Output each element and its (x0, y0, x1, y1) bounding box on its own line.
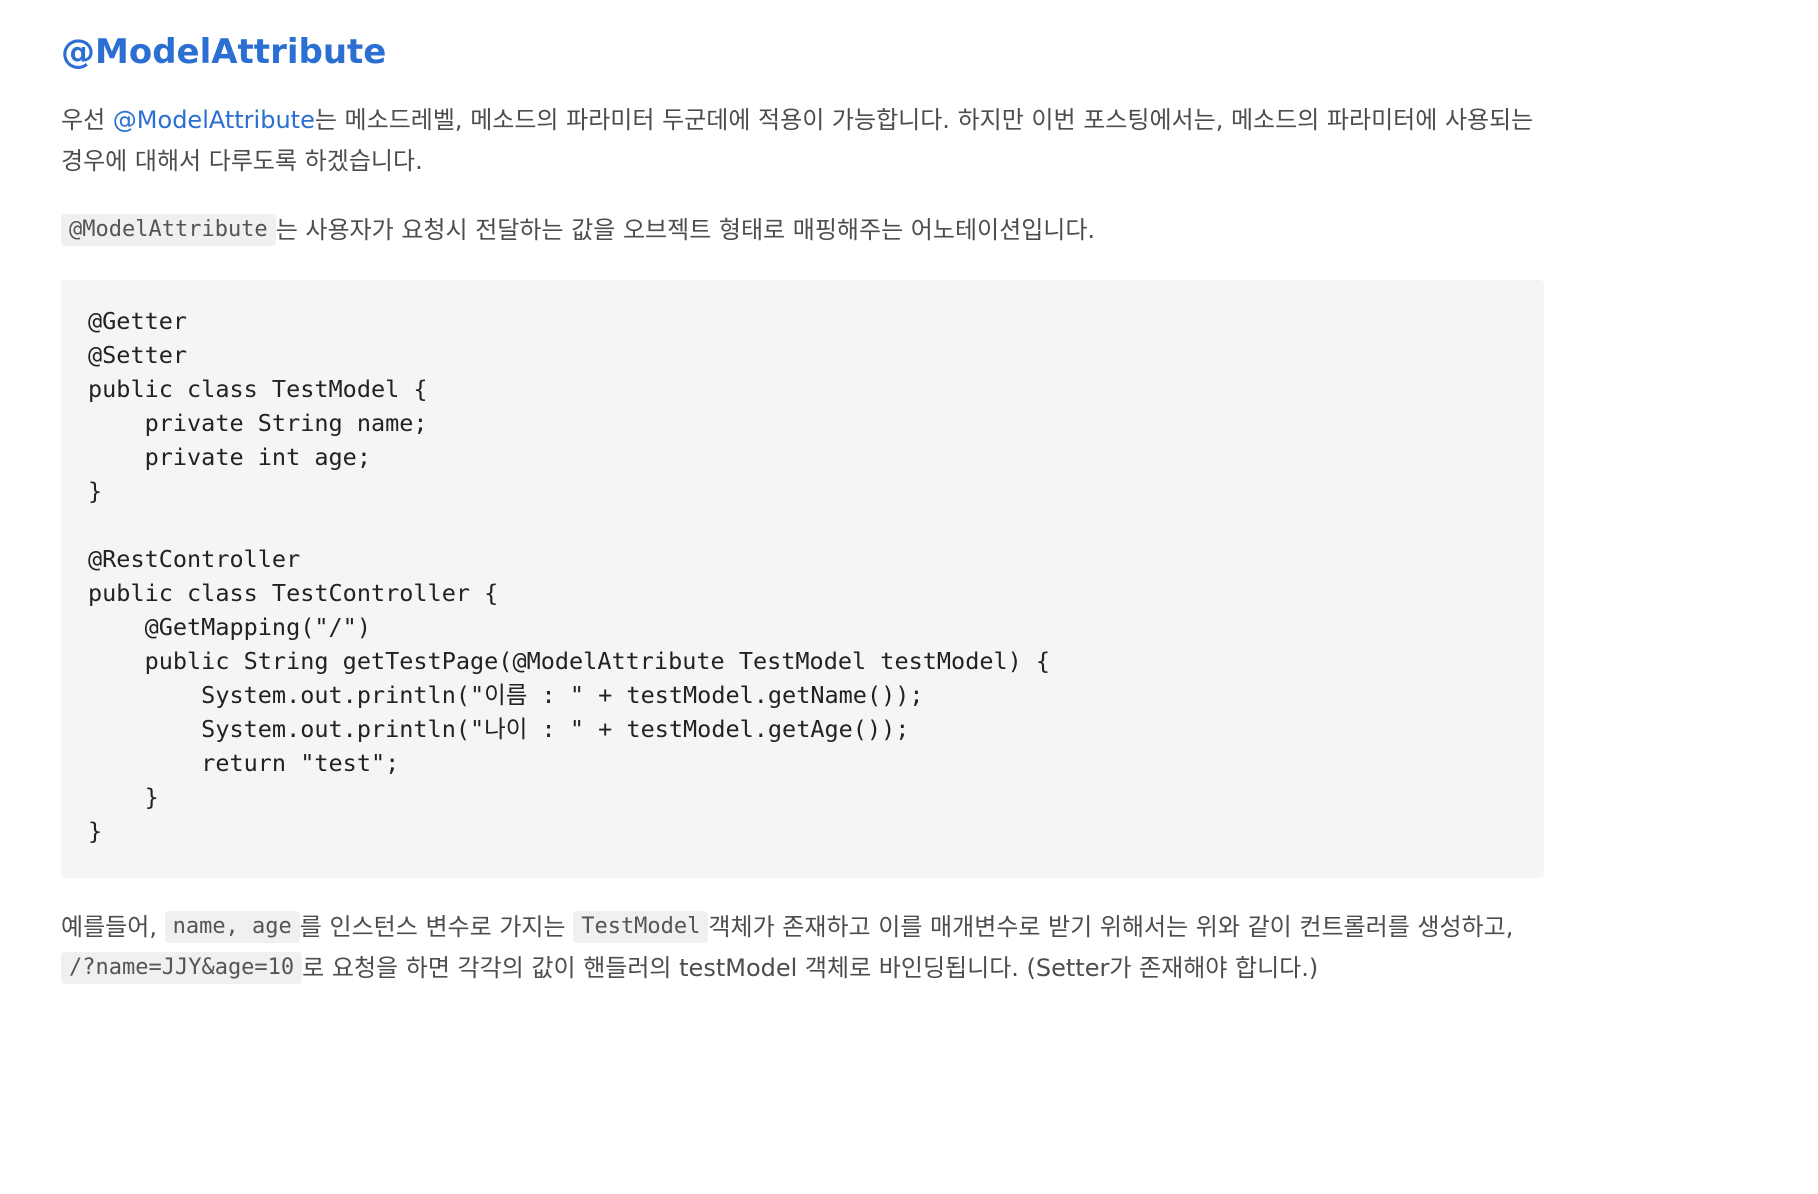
article: @ModelAttribute 우선 @ModelAttribute는 메소드레… (0, 0, 1818, 1194)
example-prefix: 예를들어, (61, 913, 165, 941)
inline-code-url: /?name=JJY&age=10 (61, 952, 303, 984)
intro-prefix: 우선 (61, 106, 113, 134)
example-text-2: 객체가 존재하고 이를 매개변수로 받기 위해서는 위와 같이 컨트롤러를 생성… (708, 913, 1514, 941)
inline-code-fields: name, age (164, 911, 300, 943)
example-line-2: /?name=JJY&age=10 로 요청을 하면 각각의 값이 핸들러의 te… (61, 948, 1513, 989)
intro-line-2: 경우에 대해서 다루도록 하겠습니다. (61, 147, 423, 175)
code-block-content: @Getter @Setter public class TestModel {… (88, 307, 1051, 845)
inline-code-testmodel: TestModel (573, 911, 709, 943)
intro-paragraph: 우선 @ModelAttribute는 메소드레벨, 메소드의 파라미터 두군데… (61, 100, 1533, 182)
model-attribute-link[interactable]: @ModelAttribute (113, 106, 315, 134)
intro-line-1-text: 는 메소드레벨, 메소드의 파라미터 두군데에 적용이 가능합니다. 하지만 이… (314, 106, 1534, 134)
example-text-1: 를 인스턴스 변수로 가지는 (299, 913, 574, 941)
intro-line-1: 우선 @ModelAttribute는 메소드레벨, 메소드의 파라미터 두군데… (61, 100, 1533, 141)
example-text-3: 로 요청을 하면 각각의 값이 핸들러의 testModel 객체로 바인딩됩니… (302, 954, 1319, 982)
section-heading: @ModelAttribute (61, 32, 387, 72)
definition-paragraph: @ModelAttribute 는 사용자가 요청시 전달하는 값을 오브젝트 형… (61, 210, 1095, 251)
inline-code-model-attribute: @ModelAttribute (61, 214, 276, 246)
example-line-1: 예를들어, name, age 를 인스턴스 변수로 가지는 TestModel 객… (61, 907, 1513, 948)
example-paragraph: 예를들어, name, age 를 인스턴스 변수로 가지는 TestModel 객… (61, 907, 1513, 989)
code-block: @Getter @Setter public class TestModel {… (61, 280, 1544, 878)
definition-text: 는 사용자가 요청시 전달하는 값을 오브젝트 형태로 매핑해주는 어노테이션입… (275, 216, 1096, 244)
